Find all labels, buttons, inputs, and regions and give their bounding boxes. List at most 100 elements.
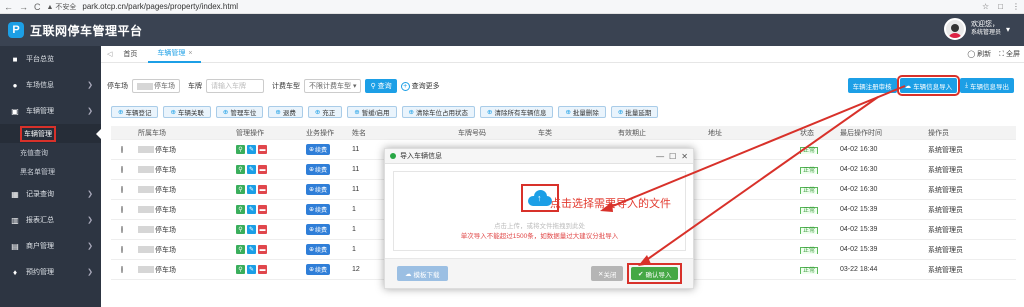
- chevron-down-icon[interactable]: ▾: [1006, 25, 1010, 34]
- close-icon[interactable]: ×: [188, 50, 192, 57]
- reload-icon[interactable]: C: [34, 2, 41, 12]
- action-button-register[interactable]: ⊕ 车辆登记: [111, 106, 159, 118]
- confirm-import-button[interactable]: ✔ 确认导入: [631, 267, 679, 280]
- vehicle-register-review-button[interactable]: 车辆注册审核: [847, 78, 897, 93]
- delete-icon[interactable]: ▬: [258, 265, 267, 274]
- sidebar-item-records[interactable]: ▦ 记录查询 ❯: [0, 181, 101, 207]
- menu-icon[interactable]: ⋮: [1012, 2, 1020, 11]
- action-button-pause[interactable]: ⊕ 暂缓/启用: [347, 106, 397, 118]
- renew-button[interactable]: ⊕ 续费: [306, 244, 331, 255]
- renew-button[interactable]: ⊕ 续费: [306, 144, 331, 155]
- search-icon[interactable]: ⚲: [236, 225, 245, 234]
- edit-icon[interactable]: ✎: [247, 165, 256, 174]
- close-button[interactable]: ✕ 关闭: [591, 266, 624, 281]
- forward-icon[interactable]: →: [19, 2, 28, 12]
- sidebar-item-vehicle-mgmt[interactable]: ▣ 车辆管理 ❯: [0, 98, 101, 124]
- delete-icon[interactable]: ▬: [258, 245, 267, 254]
- action-button-spaces[interactable]: ⊕ 管理车位: [215, 106, 264, 118]
- template-download-button[interactable]: ☁ 模板下载: [397, 266, 448, 281]
- edit-icon[interactable]: ✎: [247, 225, 256, 234]
- row-radio[interactable]: [121, 206, 123, 213]
- edit-icon[interactable]: ✎: [247, 145, 256, 154]
- fullscreen-button[interactable]: ⛶ 全屏: [999, 49, 1020, 59]
- upload-hint: 点击上传，或将文件拖拽到此处: [494, 223, 585, 230]
- operator-name: 系统管理员: [928, 246, 963, 254]
- delete-icon[interactable]: ▬: [258, 145, 267, 154]
- action-button-clear-occupancy[interactable]: ⊕ 清除车位占用状态: [401, 106, 475, 118]
- row-select-cell[interactable]: [111, 206, 135, 213]
- row-select-cell[interactable]: [111, 186, 135, 193]
- renew-button[interactable]: ⊕ 续费: [306, 264, 331, 275]
- park-cell: 停车场: [135, 265, 233, 275]
- sidebar-subitem-blacklist[interactable]: 黑名单管理: [0, 162, 101, 181]
- delete-icon[interactable]: ▬: [258, 165, 267, 174]
- bookmark-icon[interactable]: ☆: [982, 2, 989, 11]
- sidebar-item-reservations[interactable]: ♦ 预约管理 ❯: [0, 259, 101, 285]
- edit-icon[interactable]: ✎: [247, 245, 256, 254]
- plate-input[interactable]: 请输入车牌: [206, 79, 264, 93]
- row-radio[interactable]: [121, 186, 123, 193]
- row-radio[interactable]: [121, 266, 123, 273]
- edit-icon[interactable]: ✎: [247, 205, 256, 214]
- minimize-icon[interactable]: —: [656, 152, 664, 161]
- row-radio[interactable]: [121, 226, 123, 233]
- action-button-batch-delete[interactable]: ⊕ 批量删除: [558, 106, 606, 118]
- renew-button[interactable]: ⊕ 续费: [306, 204, 331, 215]
- delete-icon[interactable]: ▬: [258, 185, 267, 194]
- back-icon[interactable]: ←: [4, 2, 13, 12]
- user-menu[interactable]: 欢迎您， 系统管理员 ▾: [943, 18, 1010, 40]
- sidebar-item-reports[interactable]: ▥ 报表汇总 ❯: [0, 207, 101, 233]
- delete-icon[interactable]: ▬: [258, 225, 267, 234]
- sidebar-item-parking-info[interactable]: ● 车场信息 ❯: [0, 72, 101, 98]
- action-button-correct[interactable]: ⊕ 充正: [307, 106, 343, 118]
- row-select-cell[interactable]: [111, 226, 135, 233]
- renew-button[interactable]: ⊕ 续费: [306, 184, 331, 195]
- row-radio[interactable]: [121, 166, 123, 173]
- edit-icon[interactable]: ✎: [247, 265, 256, 274]
- search-icon[interactable]: ⚲: [236, 245, 245, 254]
- action-button-clear-all[interactable]: ⊕ 清除所有车辆信息: [479, 106, 554, 118]
- row-select-cell[interactable]: [111, 266, 135, 273]
- delete-icon[interactable]: ▬: [258, 205, 267, 214]
- search-icon[interactable]: ⚲: [236, 205, 245, 214]
- refresh-button[interactable]: ◯ 刷新: [967, 49, 991, 59]
- more-query-link[interactable]: + 查询更多: [400, 81, 440, 91]
- row-radio[interactable]: [121, 246, 123, 253]
- avatar[interactable]: [943, 18, 966, 40]
- sidebar-subitem-vehicle-mgmt[interactable]: 车辆管理: [0, 124, 101, 143]
- row-select-cell[interactable]: [111, 146, 135, 153]
- row-select-cell[interactable]: [111, 246, 135, 253]
- address-bar[interactable]: park.otcp.cn/park/pages/property/index.h…: [82, 2, 238, 11]
- row-select-cell[interactable]: [111, 166, 135, 173]
- search-icon[interactable]: ⚲: [236, 145, 245, 154]
- search-icon[interactable]: ⚲: [236, 265, 245, 274]
- action-button-batch-extend[interactable]: ⊕ 批量延期: [610, 106, 659, 118]
- action-button-refund[interactable]: ⊕ 退费: [268, 106, 303, 118]
- close-icon[interactable]: ✕: [681, 152, 688, 161]
- tab-home[interactable]: 首页: [114, 46, 146, 62]
- window-icon[interactable]: □: [998, 2, 1003, 11]
- edit-icon[interactable]: ✎: [247, 185, 256, 194]
- query-button[interactable]: ⚲ 查询: [365, 79, 397, 93]
- park-select[interactable]: 停车场: [132, 79, 180, 93]
- tab-back-icon[interactable]: ◁: [107, 50, 112, 58]
- security-warning[interactable]: ▲ 不安全: [47, 2, 77, 12]
- sidebar-item-overview[interactable]: ■ 平台总览: [0, 46, 101, 72]
- type-select[interactable]: 不限计费车型 ▾: [304, 79, 362, 93]
- tab-vehicle-mgmt[interactable]: 车辆管理 ×: [148, 45, 202, 63]
- maximize-icon[interactable]: ☐: [669, 152, 676, 161]
- operator-cell: 系统管理员: [925, 205, 1005, 215]
- tab-label: 车辆管理: [157, 50, 186, 57]
- upload-dropzone[interactable]: ↑ 点击上传，或将文件拖拽到此处 单次导入不能超过1500条，如数据量过大建议分…: [393, 171, 686, 251]
- sidebar-subitem-recharge[interactable]: 充值查询: [0, 143, 101, 162]
- sidebar-item-merchants[interactable]: ▤ 商户管理 ❯: [0, 233, 101, 259]
- vehicle-import-button[interactable]: ☁ 车辆信息导入: [896, 75, 961, 96]
- renew-button[interactable]: ⊕ 续费: [306, 224, 331, 235]
- search-icon[interactable]: ⚲: [236, 185, 245, 194]
- renew-button[interactable]: ⊕ 续费: [306, 164, 331, 175]
- action-button-link[interactable]: ⊕ 车辆关联: [163, 106, 211, 118]
- row-radio[interactable]: [121, 146, 123, 153]
- search-icon[interactable]: ⚲: [236, 165, 245, 174]
- car-icon: ▣: [11, 106, 19, 116]
- vehicle-export-button[interactable]: ⤓ 车辆信息导出: [960, 78, 1014, 93]
